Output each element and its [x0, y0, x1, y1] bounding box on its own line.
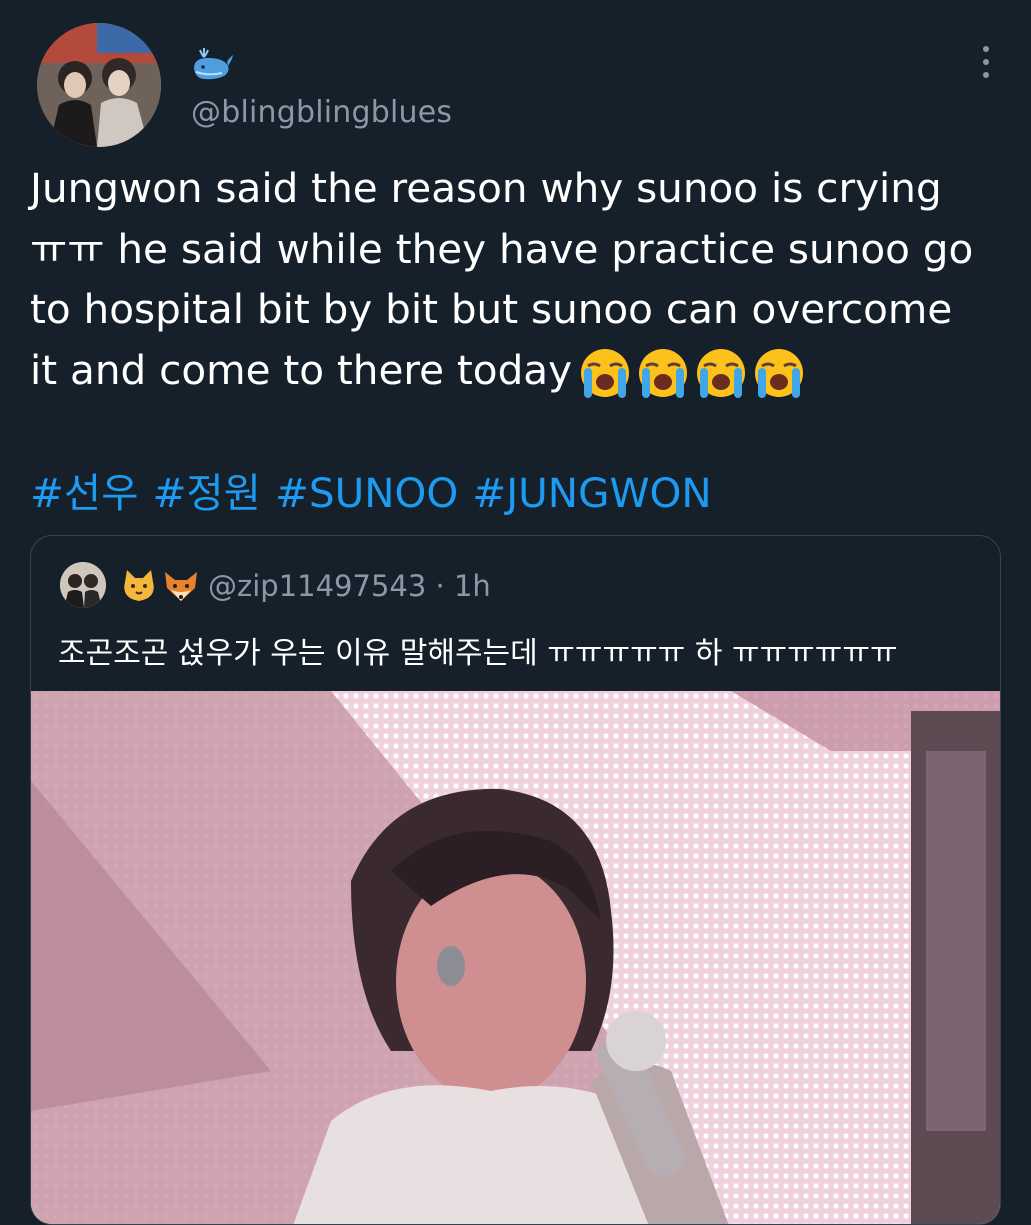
- author-handle[interactable]: @blingblingblues: [191, 95, 452, 130]
- more-dot: [983, 59, 989, 65]
- avatar-photo: [37, 23, 161, 147]
- quoted-name-emoji: [119, 568, 201, 604]
- loudly-crying-face-icon: [581, 348, 630, 398]
- more-options-icon[interactable]: [966, 38, 1006, 86]
- author-avatar[interactable]: [37, 23, 161, 147]
- quoted-text: 조곤조곤 섡우가 우는 이유 말해주는데 ㅠㅠㅠㅠㅠ 하 ㅠㅠㅠㅠㅠㅠ: [58, 636, 898, 671]
- fox-face-icon: [165, 572, 197, 601]
- quoted-handle[interactable]: @zip11497543: [208, 569, 426, 603]
- tweet-text: Jungwon said the reason why sunoo is cry…: [30, 158, 1015, 400]
- crying-emoji-group: [578, 346, 806, 400]
- loudly-crying-face-icon: [639, 348, 688, 398]
- tweet-text-line: Jungwon said the reason why sunoo is cry…: [30, 164, 942, 212]
- quoted-media-video[interactable]: [31, 691, 1000, 1224]
- quoted-tweet[interactable]: @zip11497543 · 1h 조곤조곤 섡우가 우는 이유 말해주는데 ㅠ…: [30, 535, 1001, 1225]
- separator-dot: ·: [435, 569, 445, 603]
- quoted-timestamp[interactable]: 1h: [454, 569, 491, 603]
- hashtag-link[interactable]: #정원: [152, 469, 260, 517]
- cat-face-icon: [124, 570, 154, 601]
- more-dot: [983, 72, 989, 78]
- quoted-handle-line: @zip11497543 · 1h: [208, 569, 491, 603]
- tweet-text-line: it and come to there today: [30, 345, 573, 394]
- loudly-crying-face-icon: [755, 348, 804, 398]
- more-dot: [983, 46, 989, 52]
- whale-icon: [190, 46, 234, 82]
- quoted-author-avatar: [60, 562, 106, 608]
- hashtag-list: #선우 #정원 #SUNOO #JUNGWON: [30, 460, 726, 519]
- hashtag-link[interactable]: #JUNGWON: [472, 469, 711, 517]
- tweet-text-line: to hospital bit by bit but sunoo can ove…: [30, 285, 953, 333]
- video-thumbnail: [31, 691, 1000, 1224]
- hashtag-link[interactable]: #SUNOO: [275, 469, 458, 517]
- tweet-text-line: ㅠㅠ he said while they have practice suno…: [30, 224, 974, 273]
- loudly-crying-face-icon: [697, 348, 746, 398]
- hashtag-link[interactable]: #선우: [30, 469, 138, 517]
